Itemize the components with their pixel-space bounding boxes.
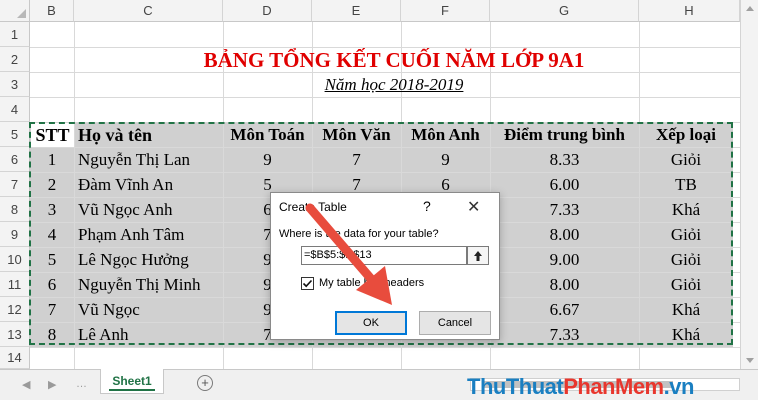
col-header-c[interactable]: C [74,0,223,22]
cell-stt[interactable]: 6 [30,272,74,297]
cell-rank[interactable]: TB [639,172,733,197]
cell-name[interactable]: Lê Ngọc Hưởng [78,247,223,272]
header-average[interactable]: Điểm trung bình [490,123,639,147]
col-header-f[interactable]: F [401,0,490,22]
col-header-h[interactable]: H [639,0,740,22]
col-header-d[interactable]: D [223,0,312,22]
col-header-g[interactable]: G [490,0,639,22]
ok-button[interactable]: OK [335,311,407,335]
sheet-tab-sheet1[interactable]: Sheet1 [100,369,164,394]
cell-name[interactable]: Lê Anh [78,322,223,347]
create-table-dialog: Create Table ? ✕ Where is the data for y… [270,192,500,340]
row-header-5[interactable]: 5 [0,122,30,147]
cell-rank[interactable]: Khá [639,322,733,347]
cell-rank[interactable]: Giỏi [639,222,733,247]
row-header-7[interactable]: 7 [0,172,30,197]
cell-name[interactable]: Nguyễn Thị Lan [78,147,223,172]
checkmark-icon [302,279,313,288]
watermark-part2: PhanMem [563,374,664,399]
more-sheets-icon[interactable]: … [76,378,87,390]
close-icon[interactable]: ✕ [467,197,480,217]
row-header-4[interactable]: 4 [0,97,30,122]
select-all-corner[interactable] [0,0,30,22]
cell-rank[interactable]: Khá [639,297,733,322]
row-header-14[interactable]: 14 [0,347,30,369]
row-header-3[interactable]: 3 [0,72,30,97]
help-icon[interactable]: ? [423,198,431,214]
collapse-arrow-icon [474,251,482,261]
cell-average[interactable]: 8.33 [490,147,639,172]
cell-stt[interactable]: 5 [30,247,74,272]
scroll-up-icon[interactable] [746,6,754,11]
col-header-e[interactable]: E [312,0,401,22]
cell-average[interactable]: 6.00 [490,172,639,197]
cell-average[interactable]: 7.33 [490,322,639,347]
row-header-9[interactable]: 9 [0,222,30,247]
cell-literature[interactable]: 7 [312,147,401,172]
cell-english[interactable]: 9 [401,147,490,172]
row-header-1[interactable]: 1 [0,22,30,47]
header-rank[interactable]: Xếp loại [639,123,733,147]
cell-rank[interactable]: Giỏi [639,247,733,272]
range-input[interactable]: =$B$5:$H$13 [301,246,467,265]
scroll-down-icon[interactable] [746,358,754,363]
header-literature[interactable]: Môn Văn [312,123,401,147]
row-header-13[interactable]: 13 [0,322,30,347]
cell-average[interactable]: 8.00 [490,272,639,297]
cell-name[interactable]: Phạm Anh Tâm [78,222,223,247]
cell-stt[interactable]: 1 [30,147,74,172]
row-header-11[interactable]: 11 [0,272,30,297]
cell-average[interactable]: 7.33 [490,197,639,222]
dialog-title: Create Table [279,200,347,214]
header-name[interactable]: Họ và tên [78,123,223,147]
cell-rank[interactable]: Giỏi [639,147,733,172]
header-stt[interactable]: STT [31,123,74,147]
range-prompt-label: Where is the data for your table? [279,228,439,240]
row-header-2[interactable]: 2 [0,47,30,72]
row-header-8[interactable]: 8 [0,197,30,222]
sheet-title: BẢNG TỔNG KẾT CUỐI NĂM LỚP 9A1 [203,48,585,72]
cell-rank[interactable]: Giỏi [639,272,733,297]
watermark-logo: ThuThuatPhanMem.vn [467,374,694,400]
collapse-dialog-button[interactable] [467,246,489,265]
cell-stt[interactable]: 3 [30,197,74,222]
cell-math[interactable]: 9 [223,147,312,172]
watermark-part3: .vn [663,374,695,399]
cell-name[interactable]: Đàm Vĩnh An [78,172,223,197]
header-english[interactable]: Môn Anh [401,123,490,147]
cell-rank[interactable]: Khá [639,197,733,222]
vertical-scrollbar[interactable] [740,0,758,369]
sheet-subtitle: Năm học 2018-2019 [324,75,464,94]
cell-average[interactable]: 8.00 [490,222,639,247]
cell-stt[interactable]: 2 [30,172,74,197]
cell-stt[interactable]: 4 [30,222,74,247]
cell-name[interactable]: Vũ Ngọc Anh [78,197,223,222]
headers-checkbox-label[interactable]: My table has headers [319,277,424,289]
row-header-6[interactable]: 6 [0,147,30,172]
headers-checkbox[interactable] [301,277,314,290]
col-header-b[interactable]: B [30,0,74,22]
cell-name[interactable]: Vũ Ngọc [78,297,223,322]
prev-sheet-icon[interactable]: ◀ [22,378,30,391]
cell-average[interactable]: 9.00 [490,247,639,272]
cell-stt[interactable]: 8 [30,322,74,347]
cancel-button[interactable]: Cancel [419,311,491,335]
cell-name[interactable]: Nguyễn Thị Minh [78,272,223,297]
row-header-10[interactable]: 10 [0,247,30,272]
cell-average[interactable]: 6.67 [490,297,639,322]
cell-stt[interactable]: 7 [30,297,74,322]
add-sheet-icon[interactable]: + [197,375,213,391]
watermark-part1: ThuThuat [467,374,564,399]
next-sheet-icon[interactable]: ▶ [48,378,56,391]
row-header-12[interactable]: 12 [0,297,30,322]
header-math[interactable]: Môn Toán [223,123,312,147]
